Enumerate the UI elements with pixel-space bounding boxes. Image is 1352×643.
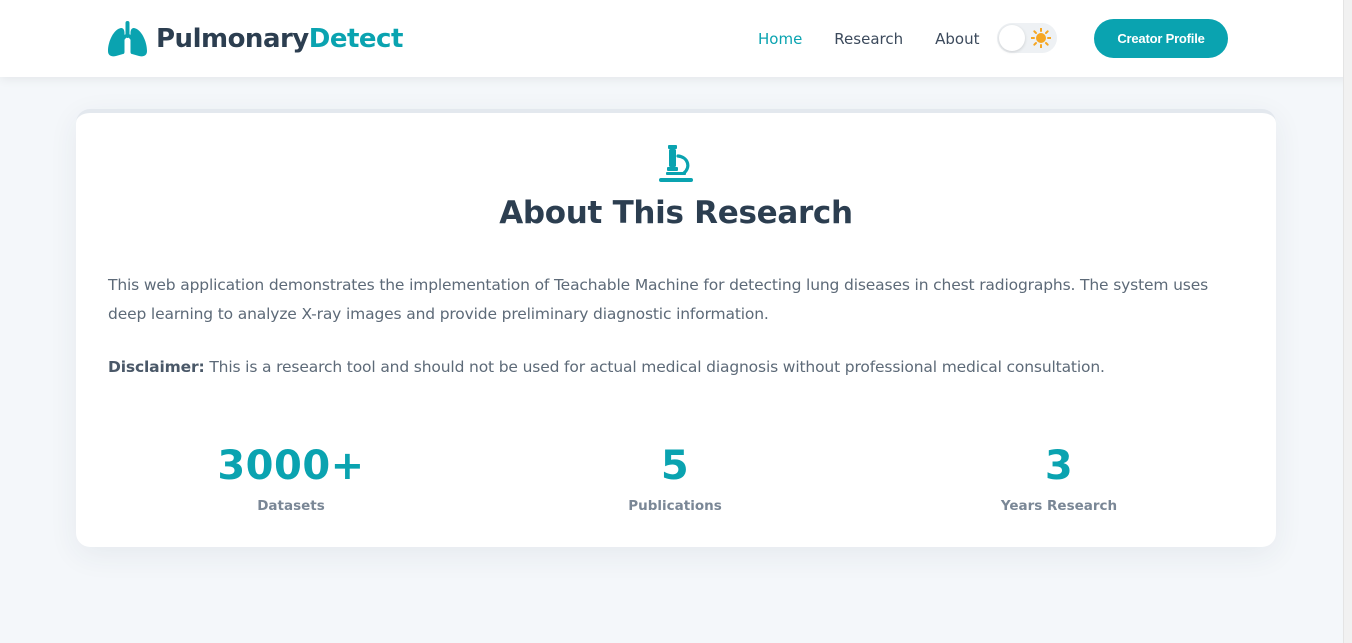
brand-name: PulmonaryDetect xyxy=(156,26,403,52)
stat-value: 5 xyxy=(660,443,690,489)
stat-value: 3000+ xyxy=(217,443,365,489)
stat-datasets: 3000+ Datasets xyxy=(141,439,441,514)
brand-name-primary: Pulmonary xyxy=(156,24,309,54)
page-title: About This Research xyxy=(499,195,853,231)
nav-link-about[interactable]: About xyxy=(935,30,979,48)
stat-label: Years Research xyxy=(1000,498,1118,514)
stat-publications: 5 Publications xyxy=(525,439,825,514)
stat-value: 3 xyxy=(1044,443,1074,489)
toggle-knob xyxy=(999,25,1025,51)
stat-label: Publications xyxy=(628,498,722,514)
about-research-card: About This Research This web application… xyxy=(76,109,1276,547)
sun-icon xyxy=(1031,28,1051,48)
stat-label: Datasets xyxy=(257,498,325,514)
lungs-icon xyxy=(108,21,147,57)
microscope-icon xyxy=(659,145,693,182)
stat-years-research: 3 Years Research xyxy=(909,439,1209,514)
disclaimer-label: Disclaimer: xyxy=(108,358,205,376)
disclaimer-text: Disclaimer: This is a research tool and … xyxy=(108,353,1248,382)
creator-profile-button[interactable]: Creator Profile xyxy=(1094,19,1228,58)
research-description: This web application demonstrates the im… xyxy=(108,276,1209,323)
nav-link-home[interactable]: Home xyxy=(758,30,802,48)
nav-link-research[interactable]: Research xyxy=(834,30,903,48)
brand-name-accent: Detect xyxy=(308,24,404,54)
theme-toggle[interactable] xyxy=(997,23,1057,53)
site-header: PulmonaryDetect Home Research About Crea… xyxy=(0,0,1352,77)
brand-logo[interactable]: PulmonaryDetect xyxy=(107,19,403,59)
disclaimer-body: This is a research tool and should not b… xyxy=(204,358,1105,376)
main-nav: Home Research About xyxy=(740,0,1011,77)
vertical-scrollbar[interactable] xyxy=(1343,0,1352,643)
